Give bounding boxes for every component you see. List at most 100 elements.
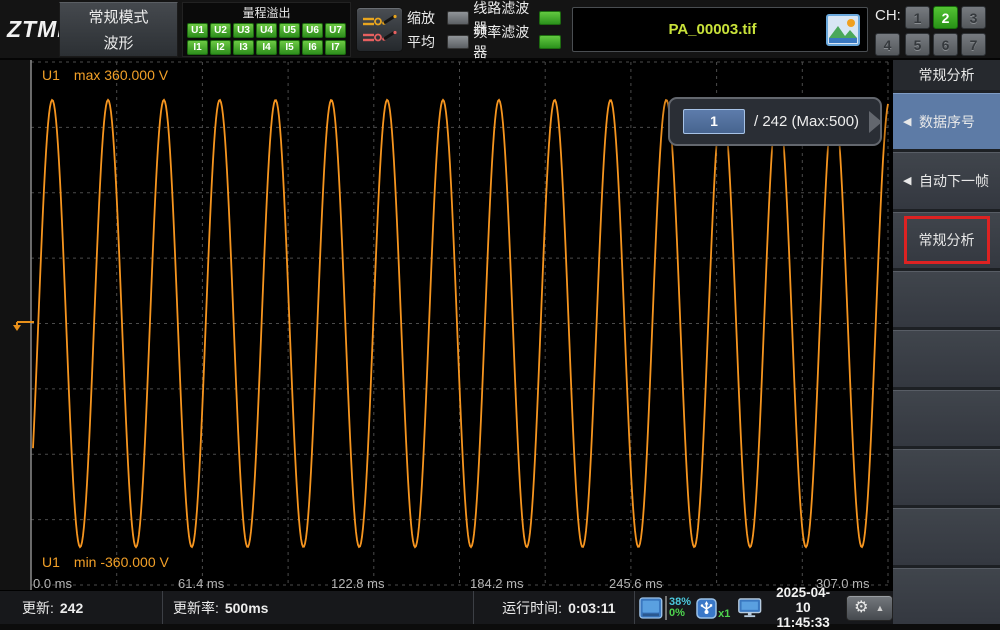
sidebar-buttons: ◀ 数据序号 ◀ 自动下一帧常规分析 bbox=[893, 90, 1000, 624]
range-overflow-title: 量程溢出 bbox=[183, 4, 350, 21]
zoom-indicator[interactable] bbox=[447, 11, 469, 25]
channel-button-1[interactable]: 1 bbox=[905, 6, 930, 29]
current-badge-i3: I3 bbox=[233, 40, 254, 55]
u1-max-channel: U1 bbox=[42, 67, 60, 83]
sidebar-button-1[interactable]: ◀ 数据序号 bbox=[893, 93, 1000, 149]
voltage-badge-u5: U5 bbox=[279, 23, 300, 38]
mode-line2: 波形 bbox=[103, 32, 133, 53]
runtime-value: 0:03:11 bbox=[568, 600, 615, 616]
channel-label: CH: bbox=[875, 7, 901, 24]
update-label: 更新: bbox=[22, 598, 54, 618]
runtime-section: 运行时间: 0:03:11 bbox=[474, 591, 635, 624]
sidebar-button-label: 数据序号 bbox=[919, 112, 975, 132]
voltage-badge-u2: U2 bbox=[210, 23, 231, 38]
channel-panel: CH: 123 4567 bbox=[872, 4, 998, 56]
caret-up-icon: ▲ bbox=[875, 603, 884, 613]
usb-count: x1 bbox=[718, 608, 730, 620]
settings-button[interactable]: ⚙ ▲ bbox=[846, 595, 893, 621]
current-channel-badges: I1I2I3I4I5I6I7 bbox=[183, 40, 350, 55]
x-tick-label: 61.4 ms bbox=[178, 576, 224, 591]
usb-icon bbox=[696, 596, 717, 620]
voltage-badge-u3: U3 bbox=[233, 23, 254, 38]
sidebar-empty-cell bbox=[893, 449, 1000, 505]
sidebar-button-label: 自动下一帧 bbox=[919, 171, 989, 191]
screenshot-file-box[interactable]: PA_00003.tif bbox=[572, 7, 868, 52]
average-indicator[interactable] bbox=[447, 35, 469, 49]
update-value: 242 bbox=[60, 600, 83, 616]
freq-filter-indicator[interactable] bbox=[539, 35, 561, 49]
usb-status: x1 bbox=[696, 596, 730, 620]
u1-min-value: min -360.000 V bbox=[74, 554, 169, 570]
update-rate-section: 更新率: 500ms bbox=[163, 591, 474, 624]
sidebar-empty-cell bbox=[893, 390, 1000, 446]
sidebar-header: 常规分析 bbox=[893, 60, 1000, 90]
data-index-total: / 242 (Max:500) bbox=[754, 113, 859, 130]
channel-button-4[interactable]: 4 bbox=[875, 33, 900, 56]
storage-usage: 38% 0% bbox=[665, 596, 691, 620]
data-index-input[interactable]: 1 bbox=[683, 109, 745, 134]
filter-panel: 缩放 线路滤波器 平均 频率滤波器 bbox=[407, 8, 565, 52]
sidebar-button-2[interactable]: ◀ 自动下一帧 bbox=[893, 152, 1000, 208]
x-tick-label: 245.6 ms bbox=[609, 576, 662, 591]
sidebar-empty-cell bbox=[893, 330, 1000, 386]
wiring-config-button[interactable] bbox=[356, 7, 403, 52]
storage-percent-top: 38% bbox=[669, 597, 691, 608]
current-badge-i2: I2 bbox=[210, 40, 231, 55]
channel-button-6[interactable]: 6 bbox=[933, 33, 958, 56]
current-badge-i5: I5 bbox=[279, 40, 300, 55]
voltage-badge-u1: U1 bbox=[187, 23, 208, 38]
data-index-tooltip: 1 / 242 (Max:500) bbox=[668, 97, 882, 146]
channel-button-7[interactable]: 7 bbox=[961, 33, 986, 56]
current-badge-i4: I4 bbox=[256, 40, 277, 55]
x-tick-label: 184.2 ms bbox=[470, 576, 523, 591]
x-tick-label: 122.8 ms bbox=[331, 576, 384, 591]
freq-filter-label: 频率滤波器 bbox=[473, 22, 537, 62]
top-bar: ZTMI 常规模式 波形 量程溢出 U1U2U3U4U5U6U7 I1I2I3I… bbox=[0, 0, 1000, 60]
sidebar-empty-cell bbox=[893, 568, 1000, 624]
waveform-plot: U1 max 360.000 V U1 min -360.000 V 0.0 ms 6… bbox=[0, 60, 893, 590]
voltage-badge-u7: U7 bbox=[325, 23, 346, 38]
zero-level-marker-icon[interactable] bbox=[12, 315, 36, 333]
rate-label: 更新率: bbox=[173, 598, 219, 618]
triangle-left-icon: ◀ bbox=[903, 115, 911, 128]
x-tick-label: 0.0 ms bbox=[33, 576, 72, 591]
sidebar-empty-cell bbox=[893, 271, 1000, 327]
voltage-channel-badges: U1U2U3U4U5U6U7 bbox=[183, 23, 350, 38]
u1-min-channel: U1 bbox=[42, 554, 60, 570]
file-name: PA_00003.tif bbox=[573, 21, 826, 38]
system-tray-section: 38% 0% x1 2025-04-10 11:45:33 bbox=[635, 591, 893, 624]
triangle-left-icon: ◀ bbox=[903, 174, 911, 187]
u1-min-readout: U1 min -360.000 V bbox=[42, 554, 169, 570]
gear-icon: ⚙ bbox=[854, 600, 868, 616]
brand-logo: ZTMI bbox=[7, 16, 65, 43]
current-badge-i7: I7 bbox=[325, 40, 346, 55]
mode-button[interactable]: 常规模式 波形 bbox=[59, 2, 178, 57]
time-value: 11:45:33 bbox=[772, 615, 835, 630]
u1-max-value: max 360.000 V bbox=[74, 67, 168, 83]
voltage-badge-u6: U6 bbox=[302, 23, 323, 38]
average-label: 平均 bbox=[407, 32, 445, 52]
datetime-display: 2025-04-10 11:45:33 bbox=[772, 585, 835, 630]
range-overflow-panel: 量程溢出 U1U2U3U4U5U6U7 I1I2I3I4I5I6I7 bbox=[182, 2, 351, 57]
channel-button-2[interactable]: 2 bbox=[933, 6, 958, 29]
date-value: 2025-04-10 bbox=[772, 585, 835, 615]
channel-button-3[interactable]: 3 bbox=[961, 6, 986, 29]
right-sidebar: 常规分析 ◀数据序号◀自动下一帧常规分析 bbox=[893, 60, 1000, 624]
sidebar-button-3[interactable]: 常规分析 bbox=[893, 212, 1000, 268]
image-icon bbox=[826, 14, 860, 46]
runtime-label: 运行时间: bbox=[502, 598, 562, 618]
current-badge-i6: I6 bbox=[302, 40, 323, 55]
highlighted-button-label: 常规分析 bbox=[904, 216, 990, 264]
zoom-label: 缩放 bbox=[407, 8, 445, 28]
mode-line1: 常规模式 bbox=[88, 6, 148, 27]
sidebar-empty-cell bbox=[893, 508, 1000, 564]
rate-value: 500ms bbox=[225, 600, 269, 616]
status-bar: 更新: 242 更新率: 500ms 运行时间: 0:03:11 38% 0% bbox=[0, 590, 893, 624]
storage-icon bbox=[639, 595, 663, 621]
channel-button-5[interactable]: 5 bbox=[905, 33, 930, 56]
current-badge-i1: I1 bbox=[187, 40, 208, 55]
u1-max-readout: U1 max 360.000 V bbox=[42, 67, 168, 83]
network-monitor-icon bbox=[737, 596, 762, 620]
line-filter-indicator[interactable] bbox=[539, 11, 561, 25]
voltage-badge-u4: U4 bbox=[256, 23, 277, 38]
